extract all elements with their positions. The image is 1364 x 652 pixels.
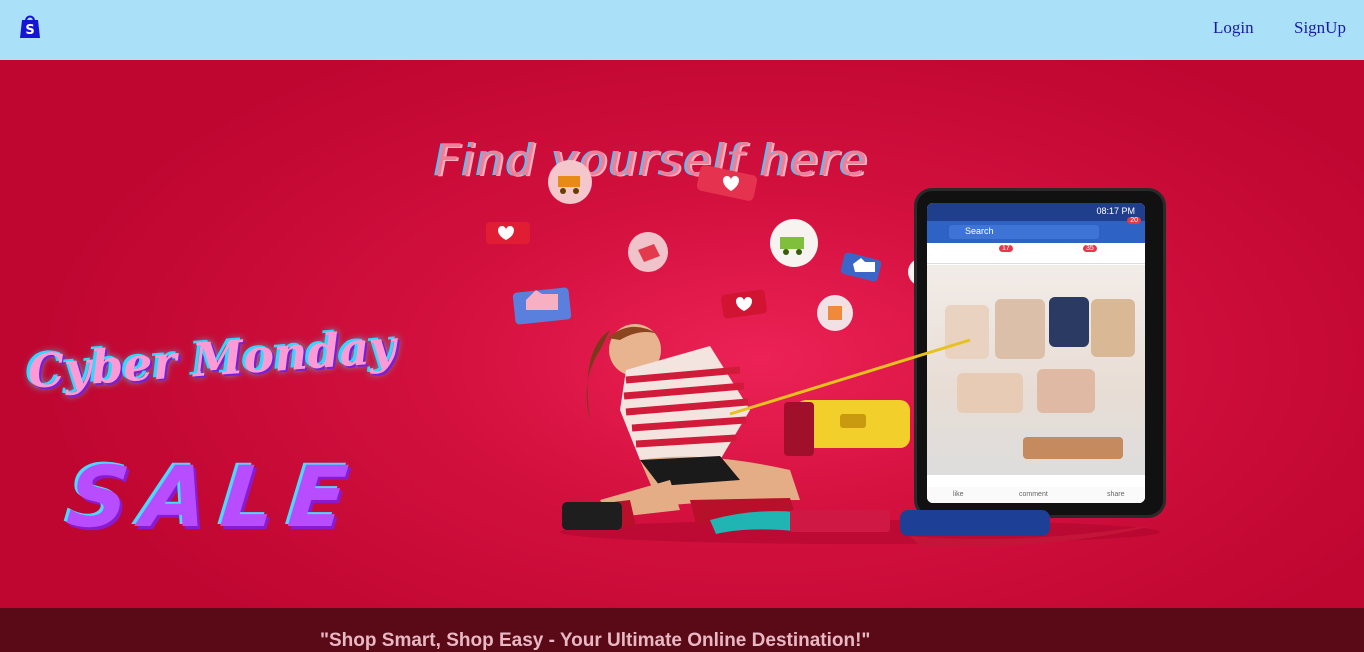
phone-friend-badge: 17 — [999, 245, 1013, 252]
phone-time: 08:17 PM — [1096, 206, 1135, 216]
phone-app-header: Search 20 — [927, 217, 1145, 243]
phone-tabs: 17 35 — [927, 243, 1145, 264]
hero-banner: Find yourself here 08:17 PM Search 20 17… — [0, 60, 1364, 608]
slogan-band: "Shop Smart, Shop Easy - Your Ultimate O… — [0, 608, 1364, 651]
promo-sale: SALE — [62, 448, 366, 546]
phone-alert-badge: 35 — [1083, 245, 1097, 252]
top-navbar: S Login SignUp — [0, 0, 1364, 60]
login-link[interactable]: Login — [1213, 18, 1254, 38]
phone-search-placeholder: Search — [965, 226, 994, 236]
phone-notification-badge: 20 — [1127, 217, 1141, 224]
shopper-illustration — [560, 324, 1160, 547]
phone-search-field[interactable]: Search — [949, 225, 1099, 239]
thumbs-up-icon — [840, 252, 882, 282]
svg-text:S: S — [25, 23, 34, 38]
phone-status-bar: 08:17 PM — [927, 203, 1145, 221]
cart-bubble-icon — [770, 219, 818, 267]
shopping-bag-icon[interactable]: S — [18, 13, 42, 39]
heart-bubble-icon — [696, 165, 758, 201]
site-slogan: "Shop Smart, Shop Easy - Your Ultimate O… — [320, 630, 871, 651]
price-tag-icon — [628, 232, 668, 272]
promo-cyber-monday: Cyber Monday — [26, 319, 398, 399]
cart-bubble-icon — [548, 160, 592, 204]
signup-link[interactable]: SignUp — [1294, 18, 1346, 38]
heart-bubble-icon — [486, 222, 530, 244]
